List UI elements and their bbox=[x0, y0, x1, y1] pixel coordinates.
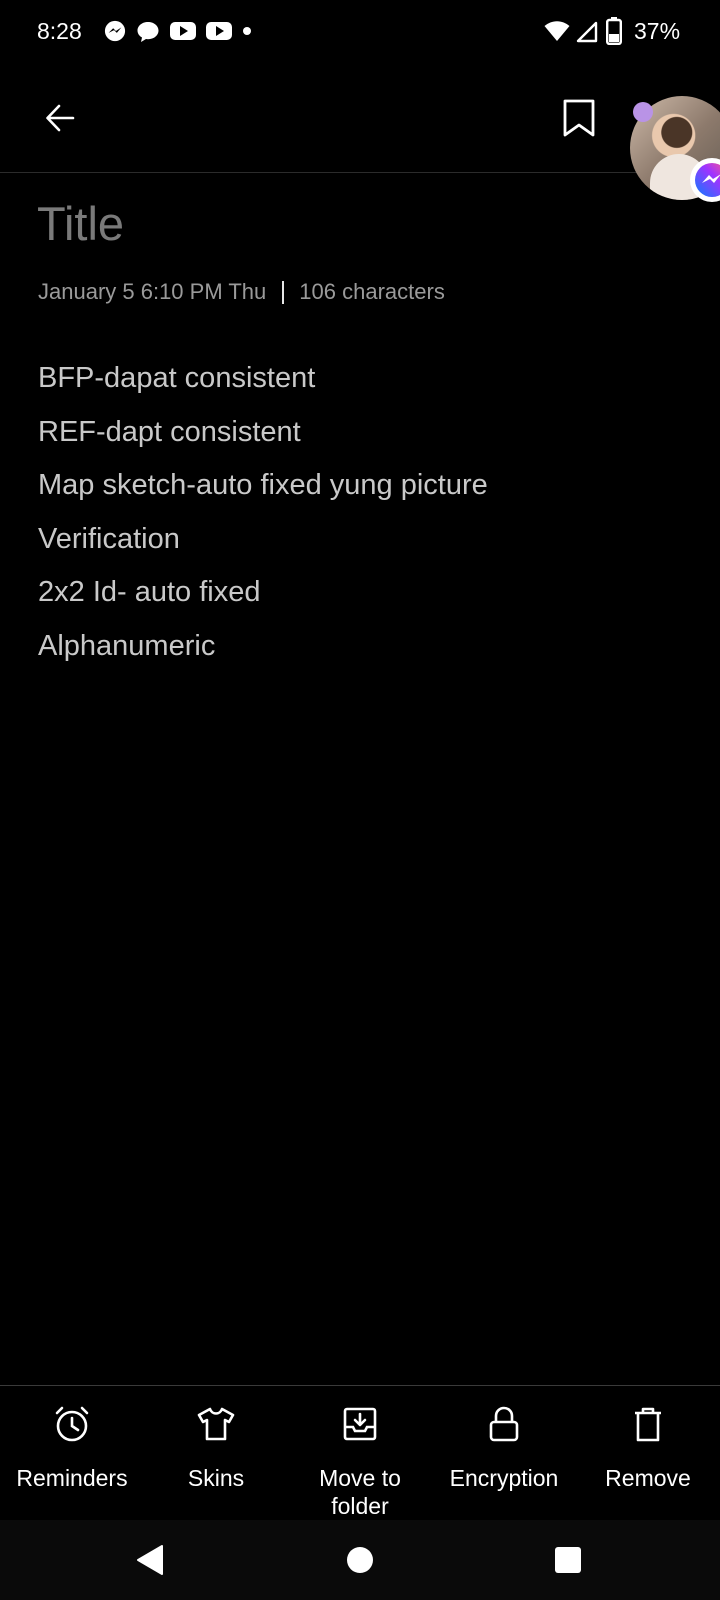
skins-label: Skins bbox=[187, 1465, 245, 1491]
note-line: REF-dapt consistent bbox=[38, 415, 301, 448]
note-line: 2x2 Id- auto fixed bbox=[38, 576, 261, 609]
youtube-icon bbox=[206, 22, 232, 40]
note-line: Verification bbox=[38, 522, 180, 555]
nav-home-button[interactable] bbox=[340, 1540, 380, 1580]
remove-label: Remove bbox=[605, 1465, 691, 1491]
unread-dot bbox=[633, 102, 653, 122]
more-dot-icon bbox=[243, 27, 251, 35]
bookmark-button[interactable] bbox=[553, 92, 605, 144]
messenger-badge bbox=[690, 158, 720, 202]
remove-button[interactable]: Remove bbox=[576, 1386, 720, 1521]
messenger-icon bbox=[104, 20, 126, 42]
move-to-folder-icon bbox=[343, 1407, 377, 1441]
youtube-icon bbox=[170, 22, 196, 40]
alarm-clock-icon bbox=[55, 1406, 89, 1442]
status-time: 8:28 bbox=[37, 18, 82, 44]
note-action-bar: Reminders Skins Move to folder Encryptio… bbox=[0, 1385, 720, 1521]
note-date: January 5 6:10 PM Thu bbox=[38, 279, 267, 304]
note-body-editor[interactable]: BFP-dapat consistent REF-dapt consistent… bbox=[38, 352, 688, 674]
reminders-button[interactable]: Reminders bbox=[0, 1386, 144, 1521]
bookmark-icon bbox=[563, 99, 595, 137]
arrow-left-icon bbox=[46, 104, 75, 132]
note-line: Map sketch-auto fixed yung picture bbox=[38, 469, 488, 502]
nav-back-button[interactable] bbox=[130, 1540, 170, 1580]
note-toolbar bbox=[0, 64, 720, 173]
trash-icon bbox=[635, 1407, 661, 1442]
back-triangle-icon bbox=[137, 1545, 163, 1575]
tshirt-icon bbox=[197, 1407, 235, 1441]
status-bar: 8:28 37% bbox=[0, 0, 720, 64]
back-button[interactable] bbox=[34, 92, 86, 144]
meta-divider bbox=[282, 280, 285, 304]
move-to-folder-label: Move to folder bbox=[319, 1465, 401, 1519]
system-nav-bar bbox=[0, 1520, 720, 1600]
reminders-label: Reminders bbox=[16, 1465, 128, 1491]
battery-icon bbox=[606, 17, 622, 45]
skins-button[interactable]: Skins bbox=[144, 1386, 288, 1521]
home-circle-icon bbox=[347, 1547, 373, 1573]
chat-bubble-icon bbox=[137, 22, 159, 42]
battery-percent: 37% bbox=[634, 18, 681, 44]
move-to-folder-button[interactable]: Move to folder bbox=[288, 1386, 432, 1521]
note-title-field[interactable]: Title bbox=[37, 196, 124, 251]
nav-recents-button[interactable] bbox=[548, 1540, 588, 1580]
messenger-icon bbox=[695, 163, 720, 197]
lock-icon bbox=[489, 1406, 519, 1442]
note-line: Alphanumeric bbox=[38, 629, 216, 662]
encryption-button[interactable]: Encryption bbox=[432, 1386, 576, 1521]
recents-square-icon bbox=[555, 1547, 581, 1573]
signal-icon bbox=[576, 21, 598, 43]
note-line: BFP-dapat consistent bbox=[38, 362, 316, 394]
wifi-icon bbox=[544, 21, 570, 41]
encryption-label: Encryption bbox=[449, 1465, 559, 1491]
note-meta: January 5 6:10 PM Thu 106 characters bbox=[38, 279, 445, 305]
note-char-count: 106 characters bbox=[299, 279, 445, 304]
